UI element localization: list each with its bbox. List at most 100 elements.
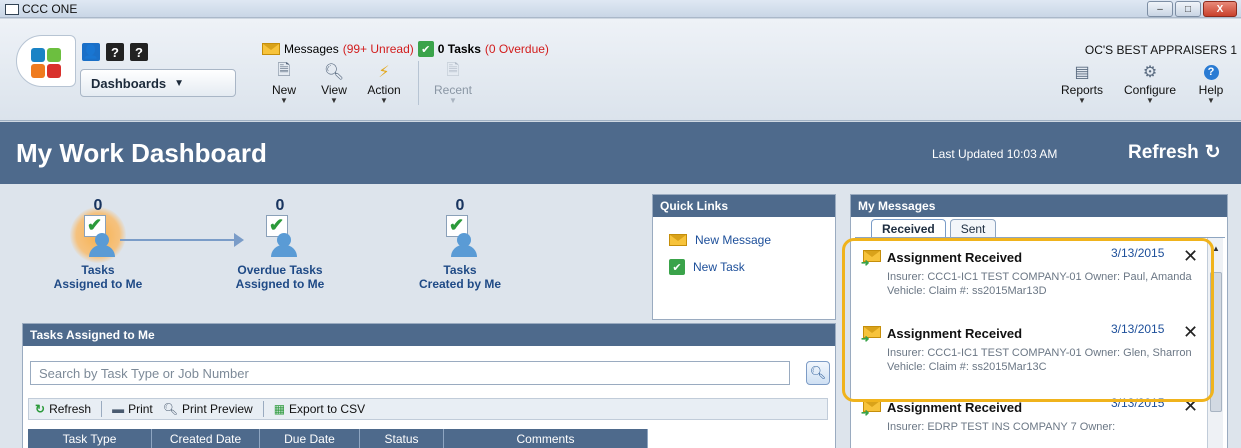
task-person-icon: ✔ bbox=[440, 215, 480, 259]
task-icon: ✔ bbox=[417, 41, 434, 57]
column-header[interactable]: Status bbox=[360, 429, 444, 448]
minimize-button[interactable]: – bbox=[1147, 1, 1173, 17]
dashboards-dropdown[interactable]: Dashboards ▼ bbox=[80, 69, 236, 97]
print-preview-icon: 🔍︎ bbox=[162, 402, 179, 416]
recent-label: Recent bbox=[433, 83, 473, 97]
magnifier-icon: 🔍︎ bbox=[323, 64, 345, 81]
messages-tabs: Received Sent bbox=[871, 219, 997, 237]
metric-label-line2: Assigned to Me bbox=[235, 277, 325, 291]
task-person-icon: ✔ bbox=[260, 215, 300, 259]
help-button[interactable]: ? Help ▼ bbox=[1193, 61, 1229, 105]
refresh-label: Refresh bbox=[1128, 141, 1199, 163]
reports-button[interactable]: ▤ Reports ▼ bbox=[1057, 61, 1107, 105]
window-controls: – □ X bbox=[1147, 1, 1237, 17]
export-csv-button[interactable]: ▦ Export to CSV bbox=[274, 402, 365, 416]
messages-unread-count[interactable]: (99+ Unread) bbox=[343, 42, 414, 56]
new-label: New bbox=[271, 83, 296, 97]
tasks-overdue-count[interactable]: (0 Overdue) bbox=[485, 42, 549, 56]
recent-button[interactable]: 🗎 Recent ▼ bbox=[431, 61, 475, 105]
logo-square-green bbox=[47, 48, 61, 62]
tab-received[interactable]: Received bbox=[871, 219, 946, 237]
window-titlebar: CCC ONE – □ X bbox=[0, 0, 1241, 18]
chevron-down-icon: ▼ bbox=[1146, 96, 1154, 105]
view-button[interactable]: 🔍︎ View ▼ bbox=[312, 61, 356, 105]
message-subject: Assignment Received bbox=[887, 400, 1023, 415]
close-button[interactable]: X bbox=[1203, 1, 1237, 17]
task-icon: ✔ bbox=[669, 259, 685, 275]
column-header[interactable]: Task Type bbox=[28, 429, 152, 448]
chevron-down-icon: ▼ bbox=[1207, 96, 1215, 105]
lightning-icon: ⚡︎ bbox=[378, 64, 390, 81]
ccc-logo[interactable] bbox=[16, 35, 76, 87]
page-title: My Work Dashboard bbox=[16, 138, 267, 168]
new-button[interactable]: 🗎 New ▼ bbox=[262, 61, 306, 105]
configure-button[interactable]: ⚙ Configure ▼ bbox=[1121, 61, 1179, 105]
tasks-link[interactable]: 0 Tasks bbox=[438, 42, 481, 56]
chevron-down-icon: ▼ bbox=[330, 96, 338, 105]
envelope-icon bbox=[262, 43, 280, 55]
toolbar-divider bbox=[418, 61, 419, 105]
logo-square-blue bbox=[31, 48, 45, 62]
gear-icon: ⚙ bbox=[1142, 64, 1158, 81]
maximize-button[interactable]: □ bbox=[1175, 1, 1201, 17]
print-button[interactable]: ▬ Print bbox=[112, 402, 153, 416]
chevron-down-icon: ▼ bbox=[1078, 96, 1086, 105]
tasks-table-header: Task Type Created Date Due Date Status C… bbox=[28, 429, 648, 448]
chevron-down-icon: ▼ bbox=[449, 96, 457, 105]
tasks-refresh-label: Refresh bbox=[49, 402, 92, 416]
new-task-link[interactable]: ✔ New Task bbox=[669, 259, 835, 275]
messages-panel-title: My Messages bbox=[851, 195, 1227, 217]
app-icon bbox=[4, 3, 19, 15]
tasks-panel-title: Tasks Assigned to Me bbox=[23, 324, 835, 346]
metric-label-line1: Overdue Tasks bbox=[237, 263, 323, 277]
refresh-icon: ↻ bbox=[1204, 142, 1221, 163]
dashboard-header: My Work Dashboard Last Updated 10:03 AM … bbox=[0, 122, 1241, 184]
highlight-outline bbox=[842, 238, 1214, 402]
view-label: View bbox=[321, 83, 347, 97]
action-divider bbox=[262, 401, 264, 417]
received-arrow-icon: ➜ bbox=[861, 408, 870, 419]
logo-square-red bbox=[47, 64, 61, 78]
configure-label: Configure bbox=[1123, 83, 1177, 97]
action-divider bbox=[101, 401, 103, 417]
print-preview-button[interactable]: 🔍︎ Print Preview bbox=[163, 402, 253, 416]
search-placeholder: Search by Task Type or Job Number bbox=[39, 365, 249, 381]
quick-icon-bar: 👤 ? ? bbox=[82, 43, 148, 61]
csv-icon: ▦ bbox=[273, 402, 286, 416]
column-header[interactable]: Created Date bbox=[152, 429, 260, 448]
reports-icon: ▤ bbox=[1074, 64, 1090, 81]
print-preview-label: Print Preview bbox=[182, 402, 253, 416]
column-header[interactable]: Due Date bbox=[260, 429, 360, 448]
about-icon[interactable]: ? bbox=[130, 43, 148, 61]
envelope-icon bbox=[669, 234, 687, 246]
metric-tasks-assigned[interactable]: 0 ✔ Tasks Assigned to Me bbox=[18, 197, 178, 291]
refresh-button[interactable]: Refresh ↻ bbox=[1128, 141, 1221, 164]
notification-bar: Messages (99+ Unread) ✔ 0 Tasks (0 Overd… bbox=[262, 41, 549, 57]
search-icon: 🔍︎ bbox=[809, 365, 827, 380]
new-message-link[interactable]: New Message bbox=[669, 233, 835, 247]
metric-label-line1: Tasks bbox=[81, 263, 115, 277]
chevron-down-icon: ▼ bbox=[380, 96, 388, 105]
metric-count: 0 bbox=[93, 197, 103, 214]
user-icon[interactable]: 👤 bbox=[82, 43, 100, 61]
help-icon[interactable]: ? bbox=[106, 43, 124, 61]
tasks-action-bar: ↻ Refresh ▬ Print 🔍︎ Print Preview ▦ Exp… bbox=[28, 398, 828, 420]
metric-tasks-created[interactable]: 0 ✔ Tasks Created by Me bbox=[380, 197, 540, 291]
messages-link[interactable]: Messages bbox=[284, 42, 339, 56]
action-button[interactable]: ⚡︎ Action ▼ bbox=[362, 61, 406, 105]
column-header[interactable]: Comments bbox=[444, 429, 648, 448]
tasks-refresh-button[interactable]: ↻ Refresh bbox=[35, 402, 91, 416]
search-button[interactable]: 🔍︎ bbox=[806, 361, 830, 385]
metric-overdue-tasks[interactable]: 0 ✔ Overdue Tasks Assigned to Me bbox=[200, 197, 360, 291]
metric-label-line2: Created by Me bbox=[418, 277, 502, 291]
quick-links-panel: Quick Links New Message ✔ New Task bbox=[652, 194, 836, 320]
print-label: Print bbox=[128, 402, 153, 416]
task-person-icon: ✔ bbox=[78, 215, 118, 259]
new-task-label: New Task bbox=[693, 260, 745, 274]
logo-square-orange bbox=[31, 64, 45, 78]
tab-sent[interactable]: Sent bbox=[949, 219, 997, 237]
new-document-icon: 🗎 bbox=[277, 61, 291, 79]
company-name: OC'S BEST APPRAISERS 1 bbox=[1084, 43, 1237, 57]
task-search-input[interactable]: Search by Task Type or Job Number bbox=[30, 361, 790, 385]
message-description: Insurer: EDRP TEST INS COMPANY 7 Owner: bbox=[887, 421, 1116, 433]
